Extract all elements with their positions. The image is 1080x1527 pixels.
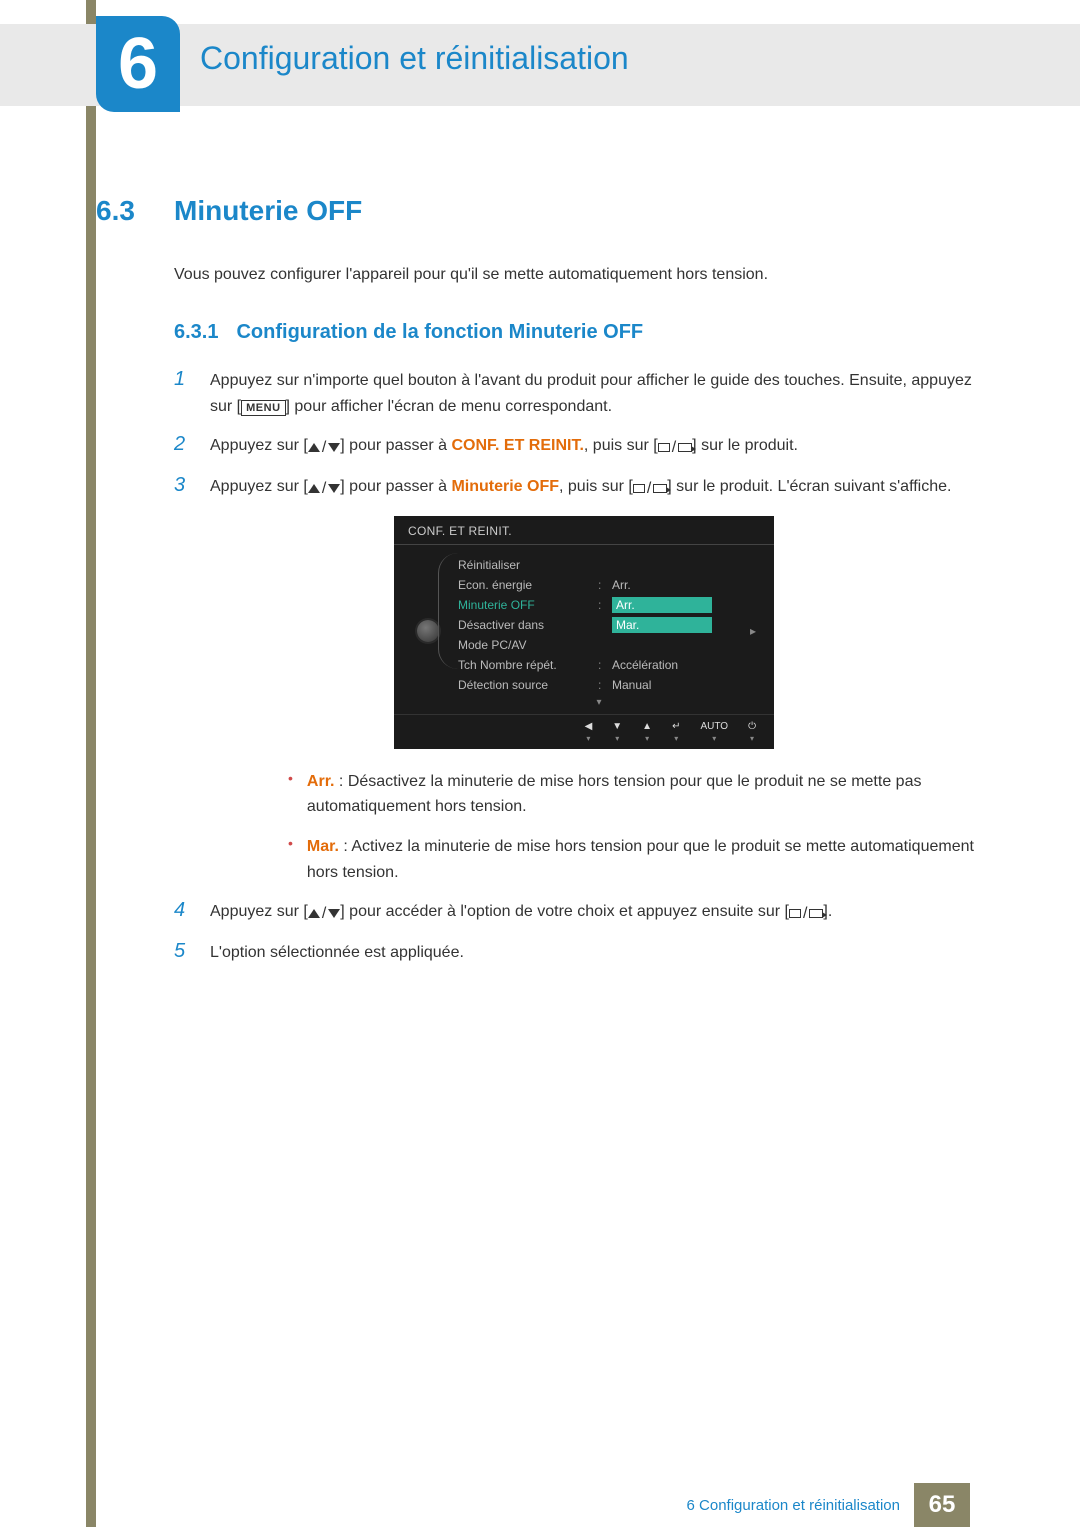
- text: : Désactivez la minuterie de mise hors t…: [307, 773, 922, 816]
- step-5: 5 L'option sélectionnée est appliquée.: [174, 940, 976, 966]
- osd-label: Détection source: [458, 678, 588, 692]
- chapter-number-box: 6: [96, 16, 180, 112]
- text: ] pour passer à: [340, 478, 451, 495]
- osd-option: Mar.: [612, 617, 712, 633]
- text: , puis sur [: [559, 478, 633, 495]
- osd-row-minuterie: Minuterie OFF:Arr.: [458, 595, 740, 615]
- osd-label: Réinitialiser: [458, 558, 588, 572]
- osd-label: Tch Nombre répét.: [458, 658, 588, 672]
- osd-row-mode: Mode PC/AV: [458, 635, 740, 655]
- text: ] pour accéder à l'option de votre choix…: [340, 903, 789, 920]
- osd-label: Désactiver dans: [458, 618, 588, 632]
- section-title: Minuterie OFF: [174, 195, 362, 227]
- gear-icon: [417, 620, 439, 642]
- osd-panel: CONF. ET REINIT. Réinitialiser Econ. éne…: [394, 516, 774, 749]
- bullet-mar: • Mar. : Activez la minuterie de mise ho…: [288, 834, 976, 885]
- step-number: 2: [174, 433, 194, 460]
- left-accent-bar: [86, 0, 96, 1527]
- text: Appuyez sur [: [210, 903, 308, 920]
- osd-row-reinit: Réinitialiser: [458, 555, 740, 575]
- menu-key-icon: MENU: [241, 400, 285, 416]
- bullet-text: Mar. : Activez la minuterie de mise hors…: [307, 834, 976, 885]
- step-text: Appuyez sur [ / ] pour accéder à l'optio…: [210, 899, 976, 926]
- bullet-text: Arr. : Désactivez la minuterie de mise h…: [307, 769, 976, 820]
- osd-footer: ◀▾ ▼▾ ▲▾ ↵▾ AUTO▾ ⏻▾: [394, 714, 774, 745]
- enter-icon: /: [789, 901, 823, 927]
- highlight: CONF. ET REINIT.: [451, 437, 583, 454]
- up-down-icon: /: [308, 476, 340, 502]
- osd-row-tch: Tch Nombre répét.:Accélération: [458, 655, 740, 675]
- osd-label: Mode PC/AV: [458, 638, 588, 652]
- osd-title: CONF. ET REINIT.: [394, 516, 774, 545]
- osd-body: Réinitialiser Econ. énergie:Arr. Minuter…: [394, 545, 774, 714]
- step-text: Appuyez sur [ / ] pour passer à Minuteri…: [210, 474, 976, 501]
- osd-value: Arr.: [612, 598, 740, 612]
- osd-row-desact: Désactiver dans Mar.: [458, 615, 740, 635]
- text: ] sur le produit. L'écran suivant s'affi…: [667, 478, 951, 495]
- text: ] pour afficher l'écran de menu correspo…: [286, 398, 613, 415]
- steps-list: 1 Appuyez sur n'importe quel bouton à l'…: [174, 368, 976, 966]
- step-4: 4 Appuyez sur [ / ] pour accéder à l'opt…: [174, 899, 976, 926]
- osd-option-selected: Arr.: [612, 597, 712, 613]
- osd-value: Arr.: [612, 578, 740, 592]
- step-2: 2 Appuyez sur [ / ] pour passer à CONF. …: [174, 433, 976, 460]
- osd-row-detect: Détection source:Manual: [458, 675, 740, 695]
- bullet-label: Mar.: [307, 838, 339, 855]
- step-1: 1 Appuyez sur n'importe quel bouton à l'…: [174, 368, 976, 419]
- section-number: 6.3: [96, 195, 150, 227]
- osd-row-econ: Econ. énergie:Arr.: [458, 575, 740, 595]
- osd-value: Manual: [612, 678, 740, 692]
- text: ] pour passer à: [340, 437, 451, 454]
- chevron-right-icon: ▸: [750, 555, 760, 708]
- step-number: 4: [174, 899, 194, 926]
- bullet-arr: • Arr. : Désactivez la minuterie de mise…: [288, 769, 976, 820]
- step-text: Appuyez sur n'importe quel bouton à l'av…: [210, 368, 976, 419]
- up-down-icon: /: [308, 435, 340, 461]
- bullet-dot-icon: •: [288, 834, 293, 885]
- bullet-list: • Arr. : Désactivez la minuterie de mise…: [288, 769, 976, 885]
- step-number: 5: [174, 940, 194, 966]
- osd-down-icon: ▼▾: [612, 721, 622, 743]
- section-heading: 6.3 Minuterie OFF: [96, 195, 976, 227]
- content-area: 6.3 Minuterie OFF Vous pouvez configurer…: [96, 195, 976, 980]
- osd-enter-icon: ↵▾: [672, 721, 680, 743]
- osd-label: Minuterie OFF: [458, 598, 588, 612]
- osd-up-icon: ▲▾: [642, 721, 652, 743]
- osd-label: Econ. énergie: [458, 578, 588, 592]
- osd-list: Réinitialiser Econ. énergie:Arr. Minuter…: [458, 555, 740, 708]
- text: : Activez la minuterie de mise hors tens…: [307, 838, 974, 881]
- step-number: 3: [174, 474, 194, 501]
- osd-value: Mar.: [612, 618, 740, 632]
- step-text: Appuyez sur [ / ] pour passer à CONF. ET…: [210, 433, 976, 460]
- osd-back-icon: ◀▾: [585, 721, 593, 743]
- osd-value: Accélération: [612, 658, 740, 672]
- osd-icon-column: [408, 555, 448, 708]
- chapter-title: Configuration et réinitialisation: [200, 40, 629, 77]
- subsection-title: Configuration de la fonction Minuterie O…: [236, 321, 643, 344]
- text: , puis sur [: [584, 437, 658, 454]
- enter-icon: /: [633, 476, 667, 502]
- text: Appuyez sur [: [210, 478, 308, 495]
- up-down-icon: /: [308, 901, 340, 927]
- step-3: 3 Appuyez sur [ / ] pour passer à Minute…: [174, 474, 976, 501]
- subsection-number: 6.3.1: [174, 321, 218, 344]
- page-number: 65: [914, 1483, 970, 1527]
- chevron-down-icon: ▾: [458, 695, 740, 708]
- osd-power-icon: ⏻▾: [748, 721, 756, 743]
- subsection-heading: 6.3.1 Configuration de la fonction Minut…: [174, 321, 976, 344]
- page-footer: 6 Configuration et réinitialisation 65: [0, 1483, 1080, 1527]
- highlight: Minuterie OFF: [451, 478, 559, 495]
- intro-text: Vous pouvez configurer l'appareil pour q…: [174, 263, 976, 287]
- osd-auto-icon: AUTO▾: [700, 721, 728, 743]
- enter-icon: /: [658, 435, 692, 461]
- text: Appuyez sur [: [210, 437, 308, 454]
- osd-screenshot: CONF. ET REINIT. Réinitialiser Econ. éne…: [394, 516, 976, 749]
- bullet-dot-icon: •: [288, 769, 293, 820]
- bullet-label: Arr.: [307, 773, 335, 790]
- step-text: L'option sélectionnée est appliquée.: [210, 940, 976, 966]
- footer-text: 6 Configuration et réinitialisation: [673, 1483, 914, 1527]
- text: ] sur le produit.: [692, 437, 798, 454]
- step-number: 1: [174, 368, 194, 419]
- footer-spacer: [970, 1483, 1080, 1527]
